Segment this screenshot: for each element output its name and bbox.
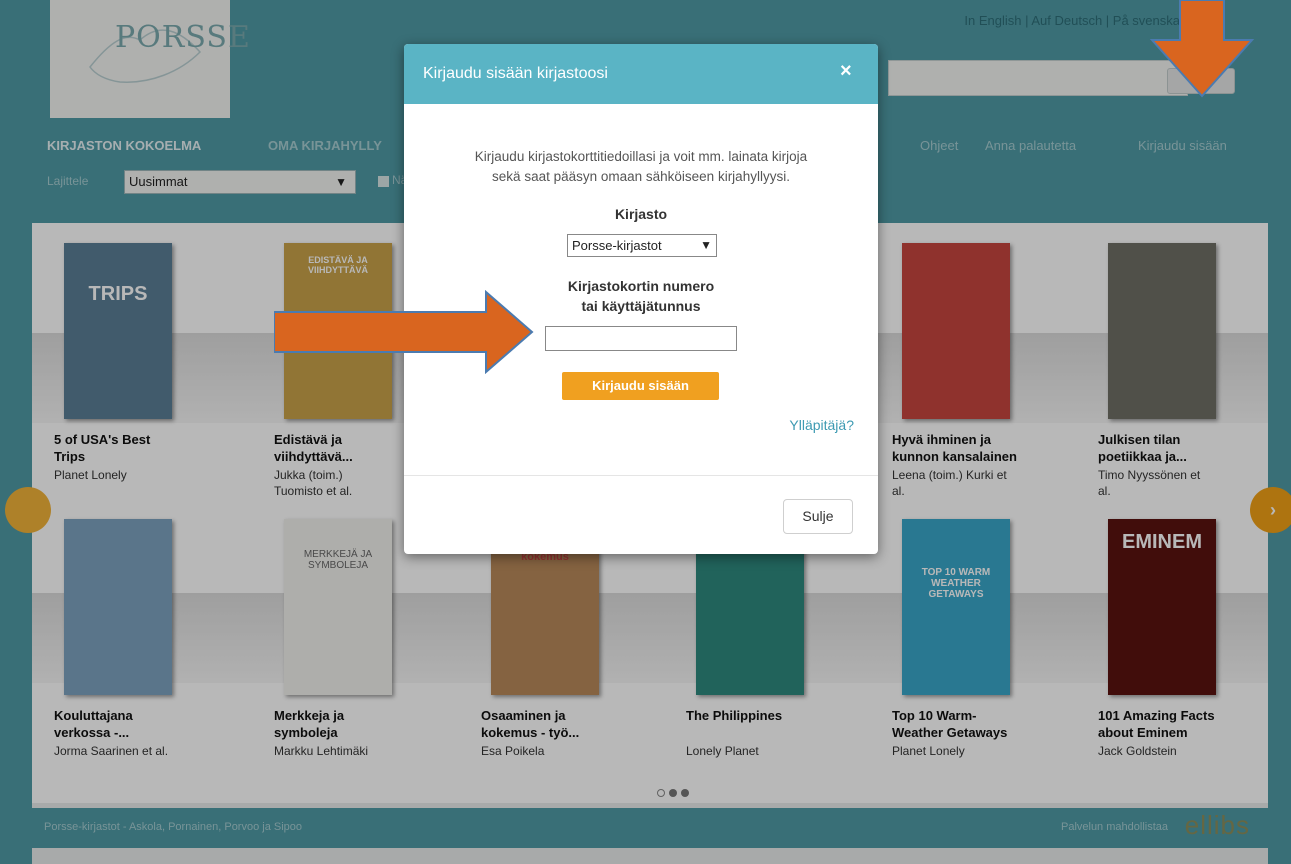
close-button[interactable]: Sulje bbox=[783, 499, 853, 534]
dialog-intro: Kirjaudu kirjastokorttitiedoillasi ja vo… bbox=[474, 149, 808, 184]
arrow-right-icon bbox=[274, 290, 534, 374]
arrow-down-icon bbox=[1150, 0, 1255, 98]
card-number-input[interactable] bbox=[545, 326, 737, 351]
login-button[interactable]: Kirjaudu sisään bbox=[562, 372, 719, 400]
library-select[interactable]: Porsse-kirjastot ▼ bbox=[567, 234, 717, 257]
library-label: Kirjasto bbox=[614, 206, 668, 222]
admin-link[interactable]: Ylläpitäjä? bbox=[754, 417, 854, 433]
dialog-title: Kirjaudu sisään kirjastoosi bbox=[423, 65, 608, 82]
close-icon[interactable]: × bbox=[840, 60, 852, 83]
dialog-header: Kirjaudu sisään kirjastoosi × bbox=[404, 44, 878, 104]
chevron-down-icon: ▼ bbox=[700, 238, 712, 252]
library-select-value: Porsse-kirjastot bbox=[572, 238, 662, 253]
